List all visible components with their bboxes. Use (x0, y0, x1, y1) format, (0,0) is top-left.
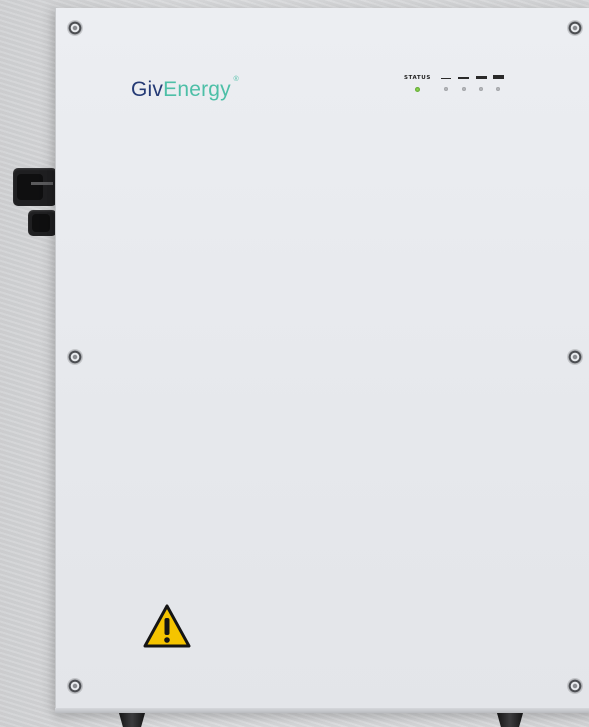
level-bar-2-icon (458, 77, 469, 79)
screw-top-left-icon (68, 21, 82, 35)
level-bar-4-icon (493, 75, 504, 79)
status-panel: STATUS (404, 74, 504, 94)
level-bar-1-icon (441, 78, 451, 79)
mounting-foot-left (119, 713, 145, 727)
battery-cabinet (55, 8, 589, 713)
brand-registered-mark: ® (233, 76, 239, 83)
brand-logo: GivEnergy ® (131, 76, 239, 102)
status-label: STATUS (404, 75, 431, 81)
screw-middle-right-icon (568, 350, 582, 364)
screw-bottom-right-icon (568, 679, 582, 693)
cable-connector-top-icon (13, 168, 57, 206)
brand-logo-giv: Giv (131, 78, 164, 101)
warning-triangle-icon (143, 604, 191, 648)
cable-connector-bottom-icon (28, 210, 57, 236)
level-led-2-icon (462, 87, 466, 91)
level-led-4-icon (496, 87, 500, 91)
screw-top-right-icon (568, 21, 582, 35)
brand-logo-energy: Energy (163, 78, 231, 101)
status-led-icon (415, 87, 420, 92)
level-led-3-icon (479, 87, 483, 91)
screw-bottom-left-icon (68, 679, 82, 693)
level-bar-3-icon (476, 76, 487, 79)
mounting-foot-right (497, 713, 523, 727)
level-led-1-icon (444, 87, 448, 91)
screw-middle-left-icon (68, 350, 82, 364)
cabinet-bottom-edge (55, 708, 589, 713)
